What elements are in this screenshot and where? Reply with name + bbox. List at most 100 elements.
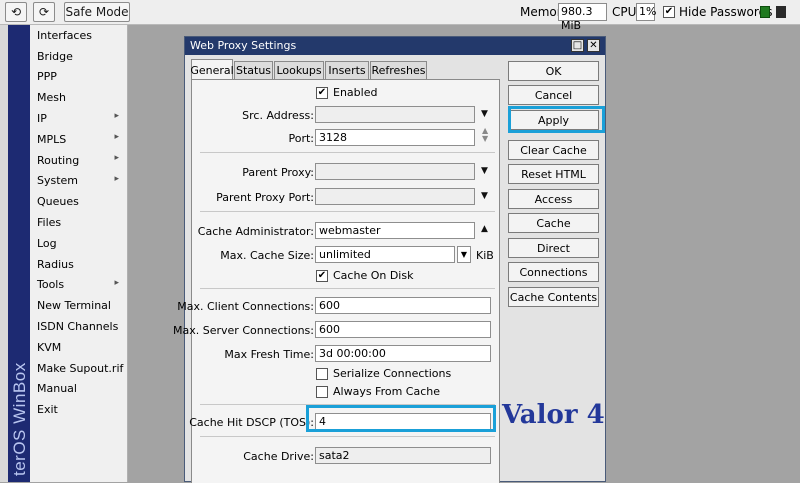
- sidebar-item-bridge[interactable]: Bridge: [30, 46, 127, 67]
- sidebar-item-label: Make Supout.rif: [37, 361, 124, 375]
- sidebar-item-queues[interactable]: Queues: [30, 191, 127, 212]
- enabled-checkbox[interactable]: ✔: [316, 86, 328, 99]
- dropdown-arrow-icon[interactable]: ▼: [481, 109, 488, 119]
- max-cache-size-field[interactable]: unlimited: [315, 246, 455, 263]
- sidebar-item-label: ISDN Channels: [37, 320, 119, 334]
- undo-button[interactable]: ⟲: [5, 2, 27, 22]
- sidebar-item-label: MPLS: [37, 132, 67, 146]
- src-address-label: Src. Address:: [242, 109, 314, 122]
- submenu-arrow-icon: ▸: [114, 277, 119, 288]
- collapse-arrow-icon[interactable]: ▲: [481, 224, 488, 234]
- tab-inserts[interactable]: Inserts: [325, 61, 369, 79]
- parent-proxy-label: Parent Proxy:: [242, 166, 314, 179]
- submenu-arrow-icon: ▸: [114, 152, 119, 163]
- reset-html-button[interactable]: Reset HTML: [508, 164, 599, 184]
- dscp-highlight: [306, 405, 496, 432]
- sidebar-item-manual[interactable]: Manual: [30, 379, 127, 400]
- cache-on-disk-checkbox[interactable]: ✔: [316, 269, 328, 282]
- maximize-button[interactable]: □: [571, 39, 584, 52]
- apply-highlight: [508, 106, 605, 133]
- memory-value: 980.3 MiB: [558, 3, 607, 32]
- hide-passwords-label: Hide Passwords: [679, 5, 773, 19]
- max-cache-size-label: Max. Cache Size:: [220, 249, 314, 262]
- brand-text: terOS WinBox: [10, 362, 29, 476]
- window-titlebar[interactable]: Web Proxy Settings □ ✕: [185, 37, 605, 55]
- max-cache-size-dropdown[interactable]: ▼: [457, 246, 471, 263]
- sidebar-item-interfaces[interactable]: Interfaces: [30, 25, 127, 46]
- tab-lookups[interactable]: Lookups: [274, 61, 324, 79]
- ok-button[interactable]: OK: [508, 61, 599, 81]
- always-from-cache-row: Always From Cache: [316, 385, 440, 398]
- close-button[interactable]: ✕: [587, 39, 600, 52]
- sidebar-item-label: KVM: [37, 340, 62, 354]
- separator: [200, 288, 495, 289]
- serialize-connections-label: Serialize Connections: [333, 367, 452, 380]
- maximize-icon: □: [572, 39, 583, 51]
- src-address-field[interactable]: [315, 106, 475, 123]
- dropdown-arrow-icon[interactable]: ▼: [481, 166, 488, 176]
- connections-button[interactable]: Connections: [508, 262, 599, 282]
- sidebar-item-mesh[interactable]: Mesh: [30, 87, 127, 108]
- hide-passwords-checkbox[interactable]: ✔: [663, 6, 675, 18]
- sidebar-item-tools[interactable]: Tools ▸: [30, 275, 127, 296]
- parent-proxy-port-label: Parent Proxy Port:: [216, 191, 314, 204]
- sidebar-item-system[interactable]: System ▸: [30, 171, 127, 192]
- close-icon: ✕: [589, 39, 598, 51]
- sidebar-item-mpls[interactable]: MPLS ▸: [30, 129, 127, 150]
- sidebar-menu: Interfaces Bridge PPP Mesh IP ▸ MPLS ▸ Routing ▸ S…: [30, 25, 128, 482]
- sidebar-item-label: Exit: [37, 403, 58, 417]
- sidebar-item-isdn-channels[interactable]: ISDN Channels: [30, 316, 127, 337]
- side-edge: [0, 25, 8, 482]
- tab-general[interactable]: General: [190, 59, 234, 80]
- max-server-connections-field[interactable]: 600: [315, 321, 491, 338]
- submenu-arrow-icon: ▸: [114, 173, 119, 184]
- sidebar-item-label: Mesh: [37, 91, 66, 105]
- annotation-text: Valor 4: [502, 400, 605, 430]
- cache-drive-field[interactable]: sata2: [315, 447, 491, 464]
- safe-mode-button[interactable]: Safe Mode: [64, 2, 130, 22]
- direct-button[interactable]: Direct: [508, 238, 599, 258]
- sidebar-item-routing[interactable]: Routing ▸: [30, 150, 127, 171]
- separator: [200, 211, 495, 212]
- cache-on-disk-row: ✔ Cache On Disk: [316, 269, 413, 282]
- toolbar: ⟲ ⟳ Safe Mode Memory: 980.3 MiB CPU: 1% …: [0, 0, 800, 32]
- serialize-connections-checkbox[interactable]: [316, 367, 328, 380]
- cache-admin-field[interactable]: webmaster: [315, 222, 475, 239]
- tab-status[interactable]: Status: [234, 61, 273, 79]
- cache-contents-button[interactable]: Cache Contents: [508, 287, 599, 307]
- port-spin-icon[interactable]: ▲ ▼: [482, 127, 488, 143]
- max-fresh-time-field[interactable]: 3d 00:00:00: [315, 345, 491, 362]
- always-from-cache-label: Always From Cache: [333, 385, 441, 398]
- sidebar-item-exit[interactable]: Exit: [30, 399, 127, 420]
- serialize-connections-row: Serialize Connections: [316, 367, 451, 380]
- cache-on-disk-label: Cache On Disk: [333, 269, 414, 282]
- redo-button[interactable]: ⟳: [33, 2, 55, 22]
- enabled-label: Enabled: [333, 86, 378, 99]
- clear-cache-button[interactable]: Clear Cache: [508, 140, 599, 160]
- parent-proxy-field[interactable]: [315, 163, 475, 180]
- sidebar-item-kvm[interactable]: KVM: [30, 337, 127, 358]
- separator: [200, 152, 495, 153]
- access-button[interactable]: Access: [508, 189, 599, 209]
- parent-proxy-port-field[interactable]: [315, 188, 475, 205]
- sidebar-item-files[interactable]: Files: [30, 212, 127, 233]
- sidebar-item-label: Radius: [37, 257, 74, 271]
- sidebar-item-log[interactable]: Log: [30, 233, 127, 254]
- sidebar-item-label: Files: [37, 216, 62, 230]
- cache-hit-dscp-label: Cache Hit DSCP (TOS):: [189, 416, 314, 429]
- sidebar-item-ip[interactable]: IP ▸: [30, 108, 127, 129]
- cancel-button[interactable]: Cancel: [508, 85, 599, 105]
- sidebar-item-new-terminal[interactable]: New Terminal: [30, 295, 127, 316]
- max-cache-size-unit: KiB: [476, 249, 494, 262]
- max-client-connections-field[interactable]: 600: [315, 297, 491, 314]
- sidebar-item-make-supout-rif[interactable]: Make Supout.rif: [30, 358, 127, 379]
- sidebar-item-ppp[interactable]: PPP: [30, 67, 127, 88]
- dropdown-arrow-icon[interactable]: ▼: [481, 191, 488, 201]
- max-client-connections-label: Max. Client Connections:: [177, 300, 314, 313]
- port-field[interactable]: 3128: [315, 129, 475, 146]
- always-from-cache-checkbox[interactable]: [316, 385, 328, 398]
- sidebar-item-radius[interactable]: Radius: [30, 254, 127, 275]
- cache-button[interactable]: Cache: [508, 213, 599, 233]
- max-fresh-time-label: Max Fresh Time:: [224, 348, 314, 361]
- tab-refreshes[interactable]: Refreshes: [370, 61, 427, 79]
